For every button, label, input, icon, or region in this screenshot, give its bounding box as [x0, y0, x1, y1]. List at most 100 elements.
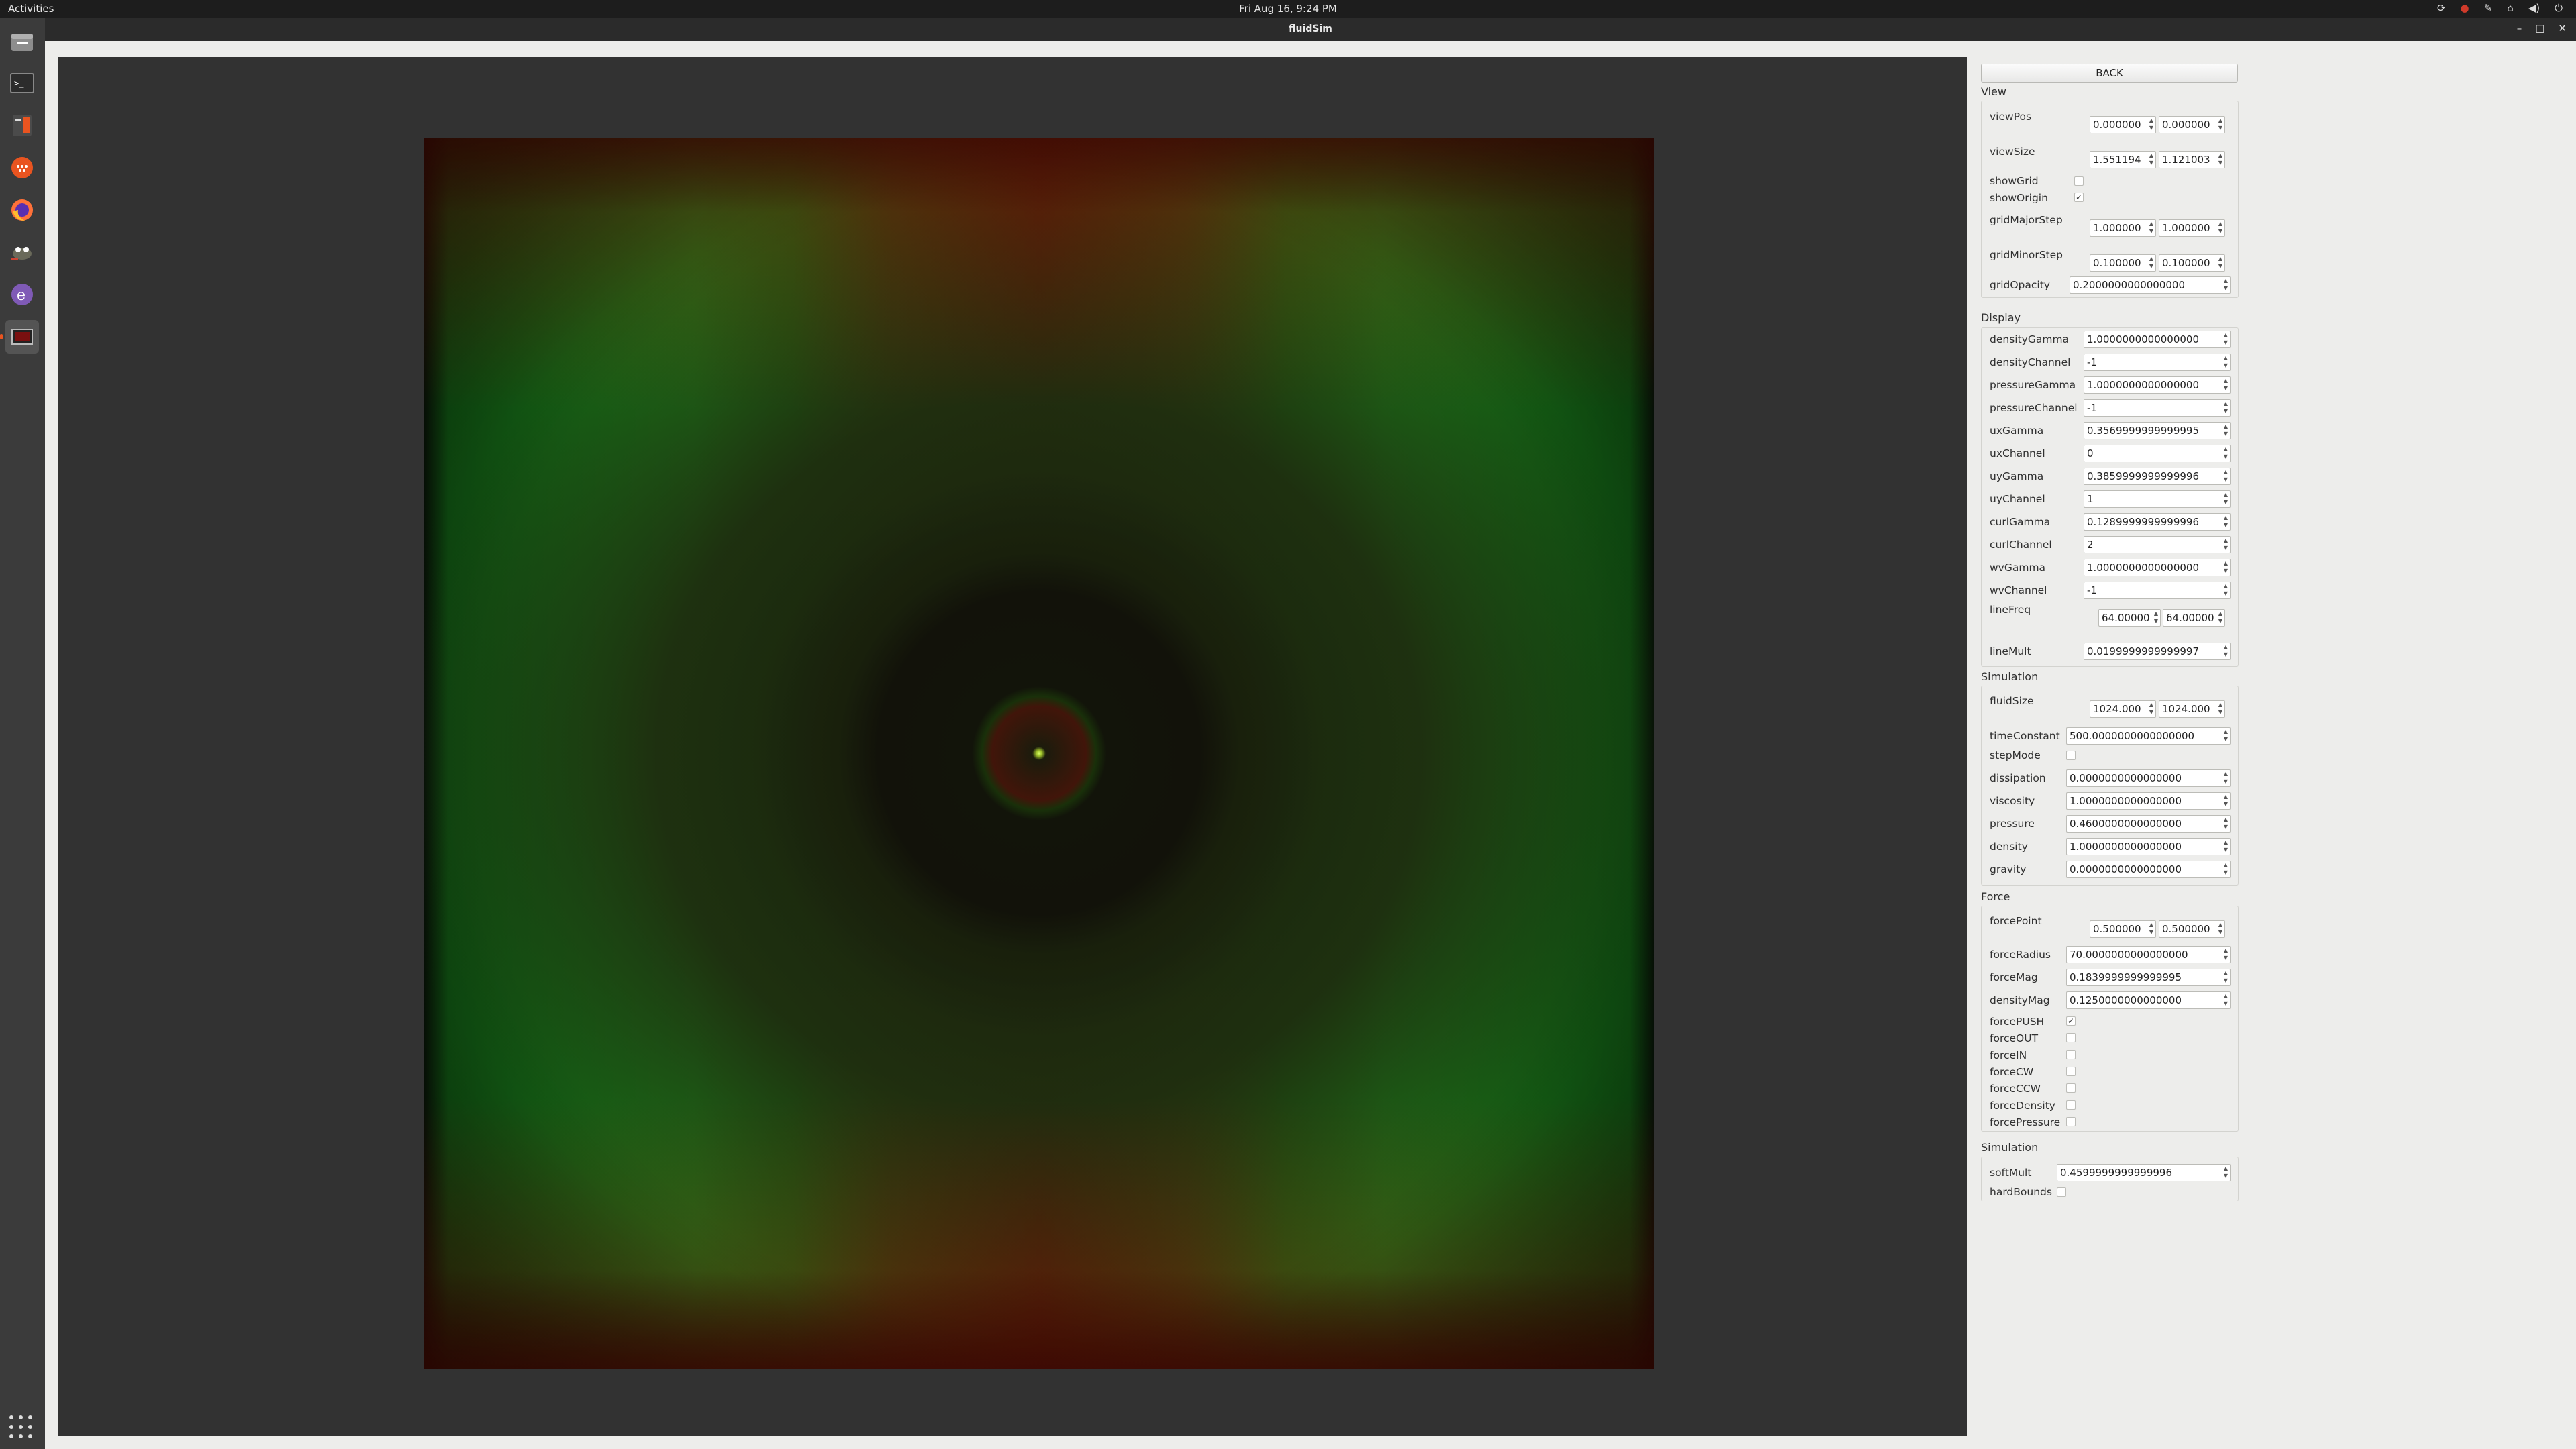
timeconstant-row: timeConstant 500.0000000000000000 ▲ ▼: [1982, 727, 2239, 747]
files-icon[interactable]: [5, 25, 39, 58]
viewsize-y-input[interactable]: 1.121003 ▲ ▼: [2159, 151, 2225, 168]
ux-gamma-input[interactable]: 0.3569999999999995 ▲ ▼: [2084, 422, 2231, 439]
force-ccw-checkbox[interactable]: [2066, 1083, 2076, 1093]
force-pressure-checkbox[interactable]: [2066, 1117, 2076, 1126]
uy-gamma-row: uyGamma 0.3859999999999996 ▲ ▼: [1982, 468, 2239, 488]
clock[interactable]: Fri Aug 16, 9:24 PM: [0, 3, 2576, 15]
uy-gamma-input[interactable]: 0.3859999999999996 ▲ ▼: [2084, 468, 2231, 485]
gravity-input[interactable]: 0.0000000000000000 ▲ ▼: [2066, 861, 2231, 878]
ux-gamma-row: uxGamma 0.3569999999999995 ▲ ▼: [1982, 422, 2239, 442]
wv-channel-input[interactable]: -1 ▲ ▼: [2084, 582, 2231, 599]
pressure-row: pressure 0.4600000000000000 ▲ ▼: [1982, 815, 2239, 835]
viscosity-input[interactable]: 1.0000000000000000 ▲ ▼: [2066, 792, 2231, 810]
force-out-checkbox[interactable]: [2066, 1033, 2076, 1042]
density-gamma-input[interactable]: 1.0000000000000000 ▲ ▼: [2084, 331, 2231, 348]
force-radius-input[interactable]: 70.0000000000000000 ▲ ▼: [2066, 946, 2231, 963]
timeconstant-input[interactable]: 500.0000000000000000 ▲ ▼: [2066, 727, 2231, 745]
gridminorstep-y-input[interactable]: 0.100000 ▲ ▼: [2159, 254, 2225, 272]
forcepoint-label: forcePoint: [1990, 915, 2042, 927]
fluidsize-x-input[interactable]: 1024.000 ▲ ▼: [2090, 700, 2156, 718]
linemult-input[interactable]: 0.0199999999999997 ▲ ▼: [2084, 643, 2231, 660]
timeconstant-label: timeConstant: [1990, 730, 2060, 742]
volume-icon[interactable]: ◀): [2528, 2, 2540, 14]
forcepoint-x-input[interactable]: 0.500000 ▲ ▼: [2090, 920, 2156, 938]
viewpos-x-input[interactable]: 0.000000 ▲ ▼: [2090, 116, 2156, 133]
pressure-input[interactable]: 0.4600000000000000 ▲ ▼: [2066, 815, 2231, 833]
screenshot-icon[interactable]: [5, 320, 39, 354]
update-icon[interactable]: ⟳: [2437, 2, 2446, 14]
viewpos-y-input[interactable]: 0.000000 ▲ ▼: [2159, 116, 2225, 133]
gridopacity-row: gridOpacity 0.2000000000000000 ▲ ▼: [1982, 276, 2239, 297]
fluidsize-y-input[interactable]: 1024.000 ▲ ▼: [2159, 700, 2225, 718]
forcepoint-y-input[interactable]: 0.500000 ▲ ▼: [2159, 920, 2225, 938]
uy-channel-input[interactable]: 1 ▲ ▼: [2084, 490, 2231, 508]
density-channel-input[interactable]: -1 ▲ ▼: [2084, 354, 2231, 371]
pressure-channel-input[interactable]: -1 ▲ ▼: [2084, 399, 2231, 417]
gravity-label: gravity: [1990, 863, 2027, 875]
softmult-input[interactable]: 0.4599999999999996 ▲ ▼: [2057, 1164, 2231, 1181]
show-applications-icon[interactable]: [9, 1415, 34, 1440]
showgrid-checkbox[interactable]: [2074, 176, 2084, 186]
fluid-simulation-canvas[interactable]: [424, 138, 1654, 1368]
force-density-checkbox[interactable]: [2066, 1100, 2076, 1110]
dissipation-input[interactable]: 0.0000000000000000 ▲ ▼: [2066, 769, 2231, 787]
network-icon[interactable]: ⌂: [2507, 2, 2514, 14]
close-icon[interactable]: ✕: [2558, 22, 2567, 34]
curl-channel-input[interactable]: 2 ▲ ▼: [2084, 536, 2231, 553]
force-pressure-row: forcePressure: [1982, 1116, 2239, 1136]
density-mag-label: densityMag: [1990, 994, 2050, 1006]
gridminorstep-x-input[interactable]: 0.100000 ▲ ▼: [2090, 254, 2156, 272]
gimp-icon[interactable]: [5, 235, 39, 269]
alert-icon[interactable]: ●: [2461, 2, 2469, 14]
pressure-channel-row: pressureChannel -1 ▲ ▼: [1982, 399, 2239, 419]
ux-channel-label: uxChannel: [1990, 447, 2045, 460]
linemult-label: lineMult: [1990, 645, 2031, 657]
wv-gamma-input[interactable]: 1.0000000000000000 ▲ ▼: [2084, 559, 2231, 576]
force-mag-input[interactable]: 0.1839999999999995 ▲ ▼: [2066, 969, 2231, 986]
dissipation-row: dissipation 0.0000000000000000 ▲ ▼: [1982, 769, 2239, 790]
active-app-indicator: [0, 334, 3, 339]
simulation-viewport[interactable]: [58, 57, 1967, 1436]
force-push-checkbox[interactable]: ✓: [2066, 1016, 2076, 1026]
pen-icon[interactable]: ✎: [2484, 2, 2493, 14]
showorigin-row: showOrigin ✓: [1982, 192, 2239, 212]
system-tray[interactable]: ⟳ ● ✎ ⌂ ◀) ⏻: [2437, 2, 2563, 14]
dock: >_ e: [0, 18, 45, 1449]
ux-channel-input[interactable]: 0 ▲ ▼: [2084, 445, 2231, 462]
force-mag-label: forceMag: [1990, 971, 2038, 983]
minimize-icon[interactable]: –: [2517, 22, 2522, 34]
svg-text:e: e: [17, 287, 25, 304]
ux-gamma-label: uxGamma: [1990, 425, 2044, 437]
gridmajorstep-x-input[interactable]: 1.000000 ▲ ▼: [2090, 219, 2156, 237]
power-icon[interactable]: ⏻: [2555, 2, 2563, 14]
showorigin-checkbox[interactable]: ✓: [2074, 193, 2084, 202]
curl-gamma-row: curlGamma 0.1289999999999996 ▲ ▼: [1982, 513, 2239, 533]
stepmode-checkbox[interactable]: [2066, 751, 2076, 760]
maximize-icon[interactable]: □: [2535, 22, 2544, 34]
wv-gamma-label: wvGamma: [1990, 561, 2046, 574]
showorigin-label: showOrigin: [1990, 192, 2048, 204]
emacs-icon[interactable]: e: [5, 278, 39, 311]
force-cw-checkbox[interactable]: [2066, 1067, 2076, 1076]
back-button[interactable]: BACK: [1981, 64, 2238, 83]
density-mag-input[interactable]: 0.1250000000000000 ▲ ▼: [2066, 991, 2231, 1009]
curl-gamma-input[interactable]: 0.1289999999999996 ▲ ▼: [2084, 513, 2231, 531]
calculator-icon[interactable]: [5, 109, 39, 142]
firefox-icon[interactable]: [5, 193, 39, 227]
gridmajorstep-y-input[interactable]: 1.000000 ▲ ▼: [2159, 219, 2225, 237]
linefreq-x-input[interactable]: 64.00000 ▲ ▼: [2098, 609, 2161, 627]
pressure-gamma-input[interactable]: 1.0000000000000000 ▲ ▼: [2084, 376, 2231, 394]
gridopacity-input[interactable]: 0.2000000000000000 ▲ ▼: [2070, 276, 2231, 294]
density-channel-label: densityChannel: [1990, 356, 2071, 368]
viewsize-x-input[interactable]: 1.551194 ▲ ▼: [2090, 151, 2156, 168]
hardbounds-checkbox[interactable]: [2057, 1187, 2066, 1197]
linefreq-y-input[interactable]: 64.00000 ▲ ▼: [2163, 609, 2225, 627]
display-section-title: Display: [1981, 311, 2021, 324]
density-input[interactable]: 1.0000000000000000 ▲ ▼: [2066, 838, 2231, 855]
terminal-icon[interactable]: >_: [5, 66, 39, 100]
network-app-icon[interactable]: [5, 151, 39, 184]
force-push-label: forcePUSH: [1990, 1016, 2045, 1028]
force-in-checkbox[interactable]: [2066, 1050, 2076, 1059]
showgrid-label: showGrid: [1990, 175, 2039, 187]
window-titlebar[interactable]: fluidSim – □ ✕: [45, 18, 2576, 41]
